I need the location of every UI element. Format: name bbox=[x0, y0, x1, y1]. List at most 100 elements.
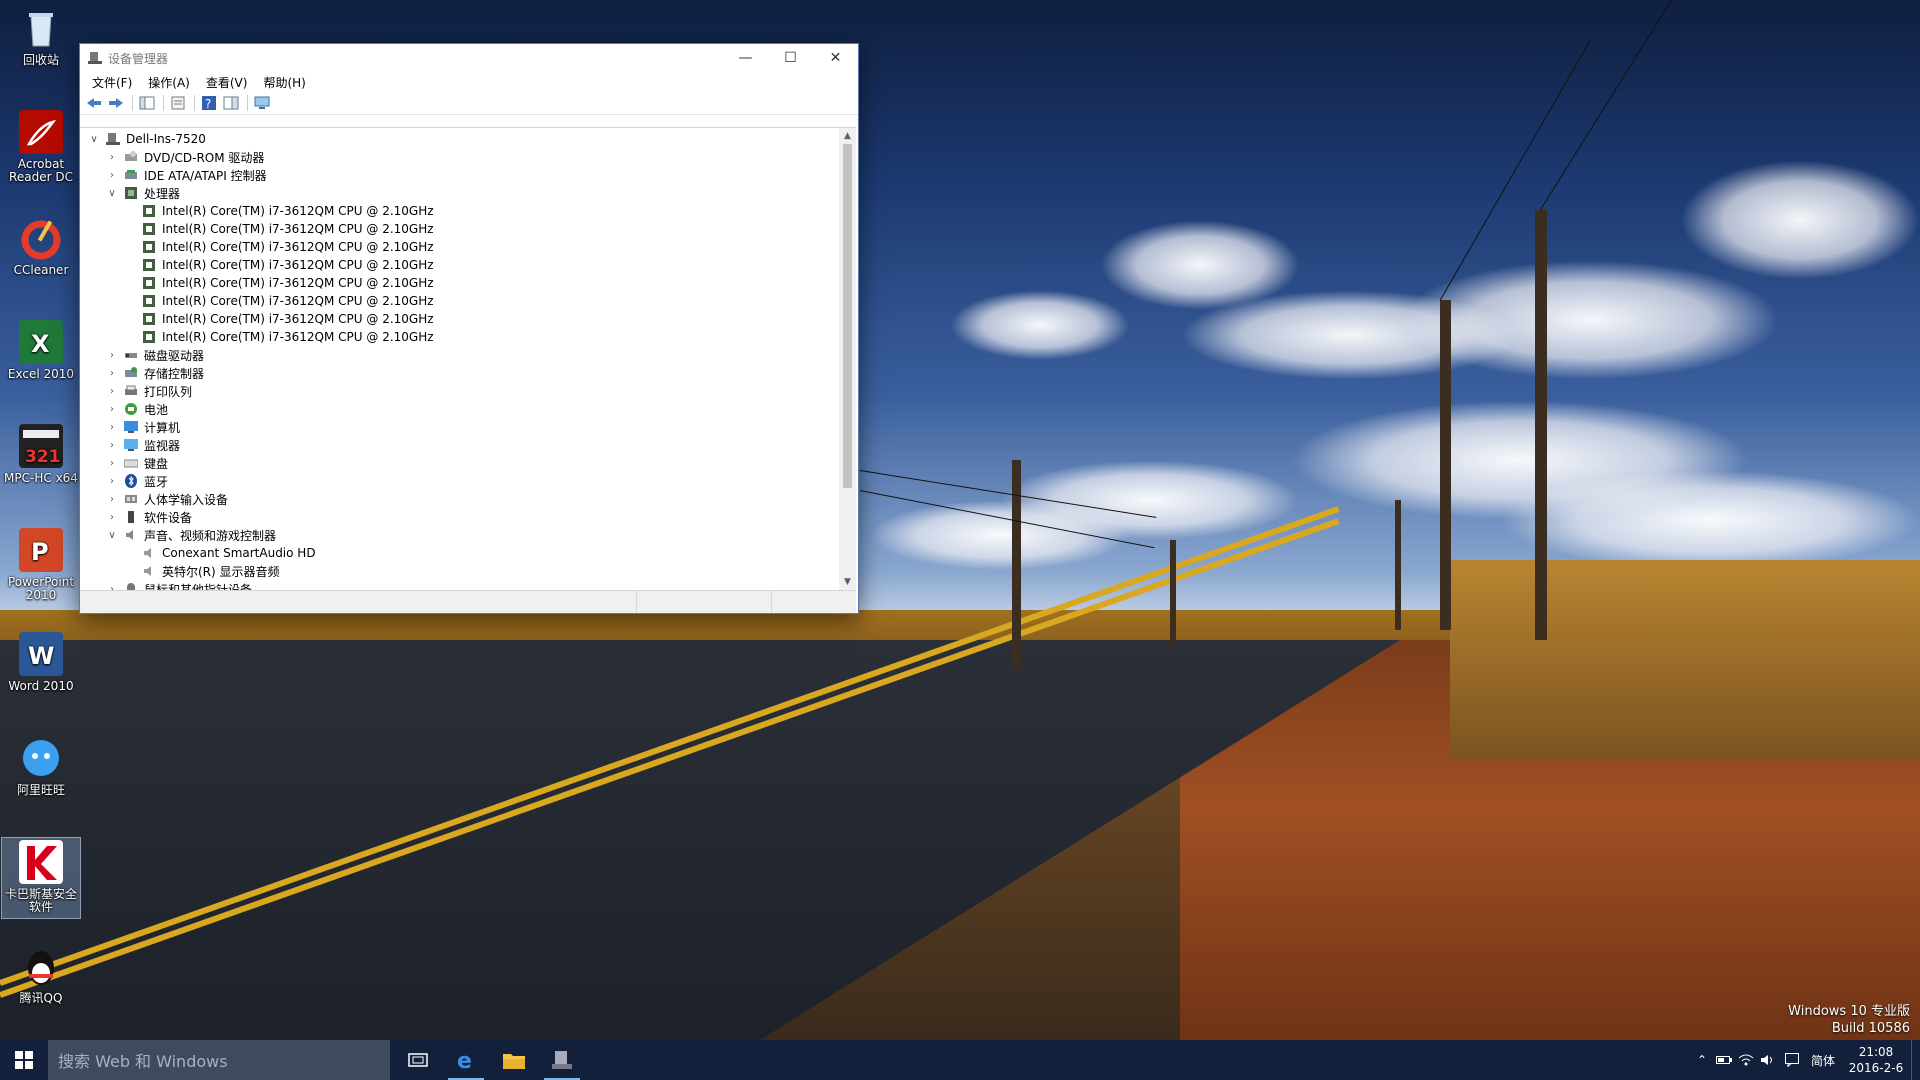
tree-node-print-queue[interactable]: › 打印队列 bbox=[80, 382, 836, 400]
forward-arrow-icon[interactable] bbox=[106, 94, 126, 112]
scrollbar-thumb[interactable] bbox=[843, 144, 852, 488]
start-button[interactable] bbox=[0, 1040, 48, 1080]
processor-item[interactable]: Intel(R) Core(TM) i7-3612QM CPU @ 2.10GH… bbox=[80, 274, 836, 292]
status-pane bbox=[772, 591, 856, 613]
expand-chevron-icon[interactable]: › bbox=[106, 367, 118, 379]
speaker-icon bbox=[142, 546, 156, 560]
desktop-icon-mpc-hc[interactable]: 321 MPC-HC x64 bbox=[2, 424, 80, 485]
action-center-icon[interactable] bbox=[1779, 1040, 1805, 1080]
search-box[interactable]: 搜索 Web 和 Windows bbox=[48, 1040, 390, 1080]
device-manager-window[interactable]: 设备管理器 — ☐ ✕ 文件(F) 操作(A) 查看(V) 帮助(H) ? ∨ … bbox=[79, 43, 859, 614]
expand-chevron-icon[interactable]: › bbox=[106, 403, 118, 415]
processor-item[interactable]: Intel(R) Core(TM) i7-3612QM CPU @ 2.10GH… bbox=[80, 292, 836, 310]
tree-node-keyboard[interactable]: › 键盘 bbox=[80, 454, 836, 472]
desktop-icon-label: 阿里旺旺 bbox=[16, 783, 65, 797]
desktop-icon-recycle-bin[interactable]: 回收站 bbox=[2, 6, 80, 67]
toolbar: ? bbox=[80, 92, 858, 115]
tree-node-dvd[interactable]: › DVD/CD-ROM 驱动器 bbox=[80, 148, 836, 166]
expand-chevron-icon[interactable]: › bbox=[106, 583, 118, 591]
storage-controller-icon bbox=[124, 366, 138, 380]
processor-icon bbox=[124, 186, 138, 200]
processor-item[interactable]: Intel(R) Core(TM) i7-3612QM CPU @ 2.10GH… bbox=[80, 220, 836, 238]
expand-chevron-icon[interactable]: › bbox=[106, 151, 118, 163]
help-icon[interactable]: ? bbox=[199, 94, 219, 112]
expand-chevron-icon[interactable]: › bbox=[106, 439, 118, 451]
expand-chevron-icon[interactable]: › bbox=[106, 493, 118, 505]
scan-hardware-icon[interactable] bbox=[252, 94, 272, 112]
tree-node-software[interactable]: › 软件设备 bbox=[80, 508, 836, 526]
tree-node-processor[interactable]: ∨ 处理器 bbox=[80, 184, 836, 202]
vertical-scrollbar[interactable]: ▲ ▼ bbox=[839, 128, 856, 590]
expand-chevron-icon[interactable]: › bbox=[106, 169, 118, 181]
file-explorer-button[interactable] bbox=[490, 1040, 538, 1080]
task-view-button[interactable] bbox=[394, 1040, 442, 1080]
back-arrow-icon[interactable] bbox=[84, 94, 104, 112]
tree-node-hid[interactable]: › 人体学输入设备 bbox=[80, 490, 836, 508]
expand-chevron-icon[interactable]: › bbox=[106, 475, 118, 487]
title-bar[interactable]: 设备管理器 — ☐ ✕ bbox=[80, 44, 858, 72]
processor-item[interactable]: Intel(R) Core(TM) i7-3612QM CPU @ 2.10GH… bbox=[80, 202, 836, 220]
expand-chevron-icon[interactable]: › bbox=[106, 385, 118, 397]
expand-chevron-icon[interactable]: › bbox=[106, 511, 118, 523]
powerpoint-icon: P bbox=[19, 528, 63, 572]
properties-icon[interactable] bbox=[168, 94, 188, 112]
desktop-icon-excel-2010[interactable]: X Excel 2010 bbox=[2, 320, 80, 381]
tree-node-label: 声音、视频和游戏控制器 bbox=[144, 528, 277, 543]
volume-icon[interactable] bbox=[1757, 1040, 1779, 1080]
tree-node-monitor[interactable]: › 监视器 bbox=[80, 436, 836, 454]
desktop-icon-word-2010[interactable]: W Word 2010 bbox=[2, 632, 80, 693]
tree-node-bluetooth[interactable]: › 蓝牙 bbox=[80, 472, 836, 490]
word-icon: W bbox=[19, 632, 63, 676]
processor-item[interactable]: Intel(R) Core(TM) i7-3612QM CPU @ 2.10GH… bbox=[80, 328, 836, 346]
minimize-button[interactable]: — bbox=[723, 44, 768, 72]
tree-node-label: 磁盘驱动器 bbox=[144, 348, 205, 363]
tree-node-ide[interactable]: › IDE ATA/ATAPI 控制器 bbox=[80, 166, 836, 184]
desktop-icon-label: Excel 2010 bbox=[7, 367, 75, 381]
show-hide-console-tree-icon[interactable] bbox=[137, 94, 157, 112]
action-pane-icon[interactable] bbox=[221, 94, 241, 112]
processor-item[interactable]: Intel(R) Core(TM) i7-3612QM CPU @ 2.10GH… bbox=[80, 238, 836, 256]
input-method-indicator[interactable]: 简体 bbox=[1805, 1040, 1841, 1080]
sound-device-item[interactable]: 英特尔(R) 显示器音频 bbox=[80, 562, 836, 580]
chevron-up-icon[interactable]: ⌃ bbox=[1691, 1040, 1713, 1080]
scroll-up-arrow-icon[interactable]: ▲ bbox=[839, 128, 856, 144]
desktop-icon-powerpoint-2010[interactable]: P PowerPoint 2010 bbox=[2, 528, 80, 602]
collapse-chevron-icon[interactable]: ∨ bbox=[88, 133, 100, 145]
device-manager-taskbar-button[interactable] bbox=[538, 1040, 586, 1080]
tree-node-computer[interactable]: › 计算机 bbox=[80, 418, 836, 436]
collapse-chevron-icon[interactable]: ∨ bbox=[106, 187, 118, 199]
collapse-chevron-icon[interactable]: ∨ bbox=[106, 529, 118, 541]
menu-help[interactable]: 帮助(H) bbox=[255, 74, 313, 91]
desktop-icon-ccleaner[interactable]: CCleaner bbox=[2, 216, 80, 277]
processor-item[interactable]: Intel(R) Core(TM) i7-3612QM CPU @ 2.10GH… bbox=[80, 310, 836, 328]
tree-node-mouse[interactable]: › 鼠标和其他指针设备 bbox=[80, 580, 836, 590]
processor-item[interactable]: Intel(R) Core(TM) i7-3612QM CPU @ 2.10GH… bbox=[80, 256, 836, 274]
sound-device-item[interactable]: Conexant SmartAudio HD bbox=[80, 544, 836, 562]
maximize-button[interactable]: ☐ bbox=[768, 44, 813, 72]
expand-chevron-icon[interactable]: › bbox=[106, 457, 118, 469]
tree-node-sound[interactable]: ∨ 声音、视频和游戏控制器 bbox=[80, 526, 836, 544]
tree-root[interactable]: ∨ Dell-Ins-7520 bbox=[80, 130, 836, 148]
toolbar-separator bbox=[194, 95, 195, 111]
show-desktop-button[interactable] bbox=[1911, 1040, 1920, 1080]
menu-action[interactable]: 操作(A) bbox=[140, 74, 198, 91]
status-pane bbox=[637, 591, 772, 613]
expand-chevron-icon[interactable]: › bbox=[106, 421, 118, 433]
tree-node-disk[interactable]: › 磁盘驱动器 bbox=[80, 346, 836, 364]
scroll-down-arrow-icon[interactable]: ▼ bbox=[839, 574, 856, 590]
tree-node-battery[interactable]: › 电池 bbox=[80, 400, 836, 418]
clock[interactable]: 21:08 2016-2-6 bbox=[1841, 1044, 1911, 1076]
desktop-icon-aliwangwang[interactable]: 阿里旺旺 bbox=[2, 736, 80, 797]
tree-node-storage[interactable]: › 存储控制器 bbox=[80, 364, 836, 382]
expand-chevron-icon[interactable]: › bbox=[106, 349, 118, 361]
tree-node-label: 存储控制器 bbox=[144, 366, 205, 381]
edge-browser-button[interactable]: e bbox=[442, 1040, 490, 1080]
desktop-icon-tencent-qq[interactable]: 腾讯QQ bbox=[2, 944, 80, 1005]
desktop-icon-acrobat-reader[interactable]: Acrobat Reader DC bbox=[2, 110, 80, 184]
menu-file[interactable]: 文件(F) bbox=[84, 74, 140, 91]
desktop-icon-kaspersky[interactable]: 卡巴斯基安全软件 bbox=[1, 837, 81, 919]
wifi-icon[interactable] bbox=[1735, 1040, 1757, 1080]
battery-tray-icon[interactable] bbox=[1713, 1040, 1735, 1080]
close-button[interactable]: ✕ bbox=[813, 44, 858, 72]
menu-view[interactable]: 查看(V) bbox=[198, 74, 256, 91]
